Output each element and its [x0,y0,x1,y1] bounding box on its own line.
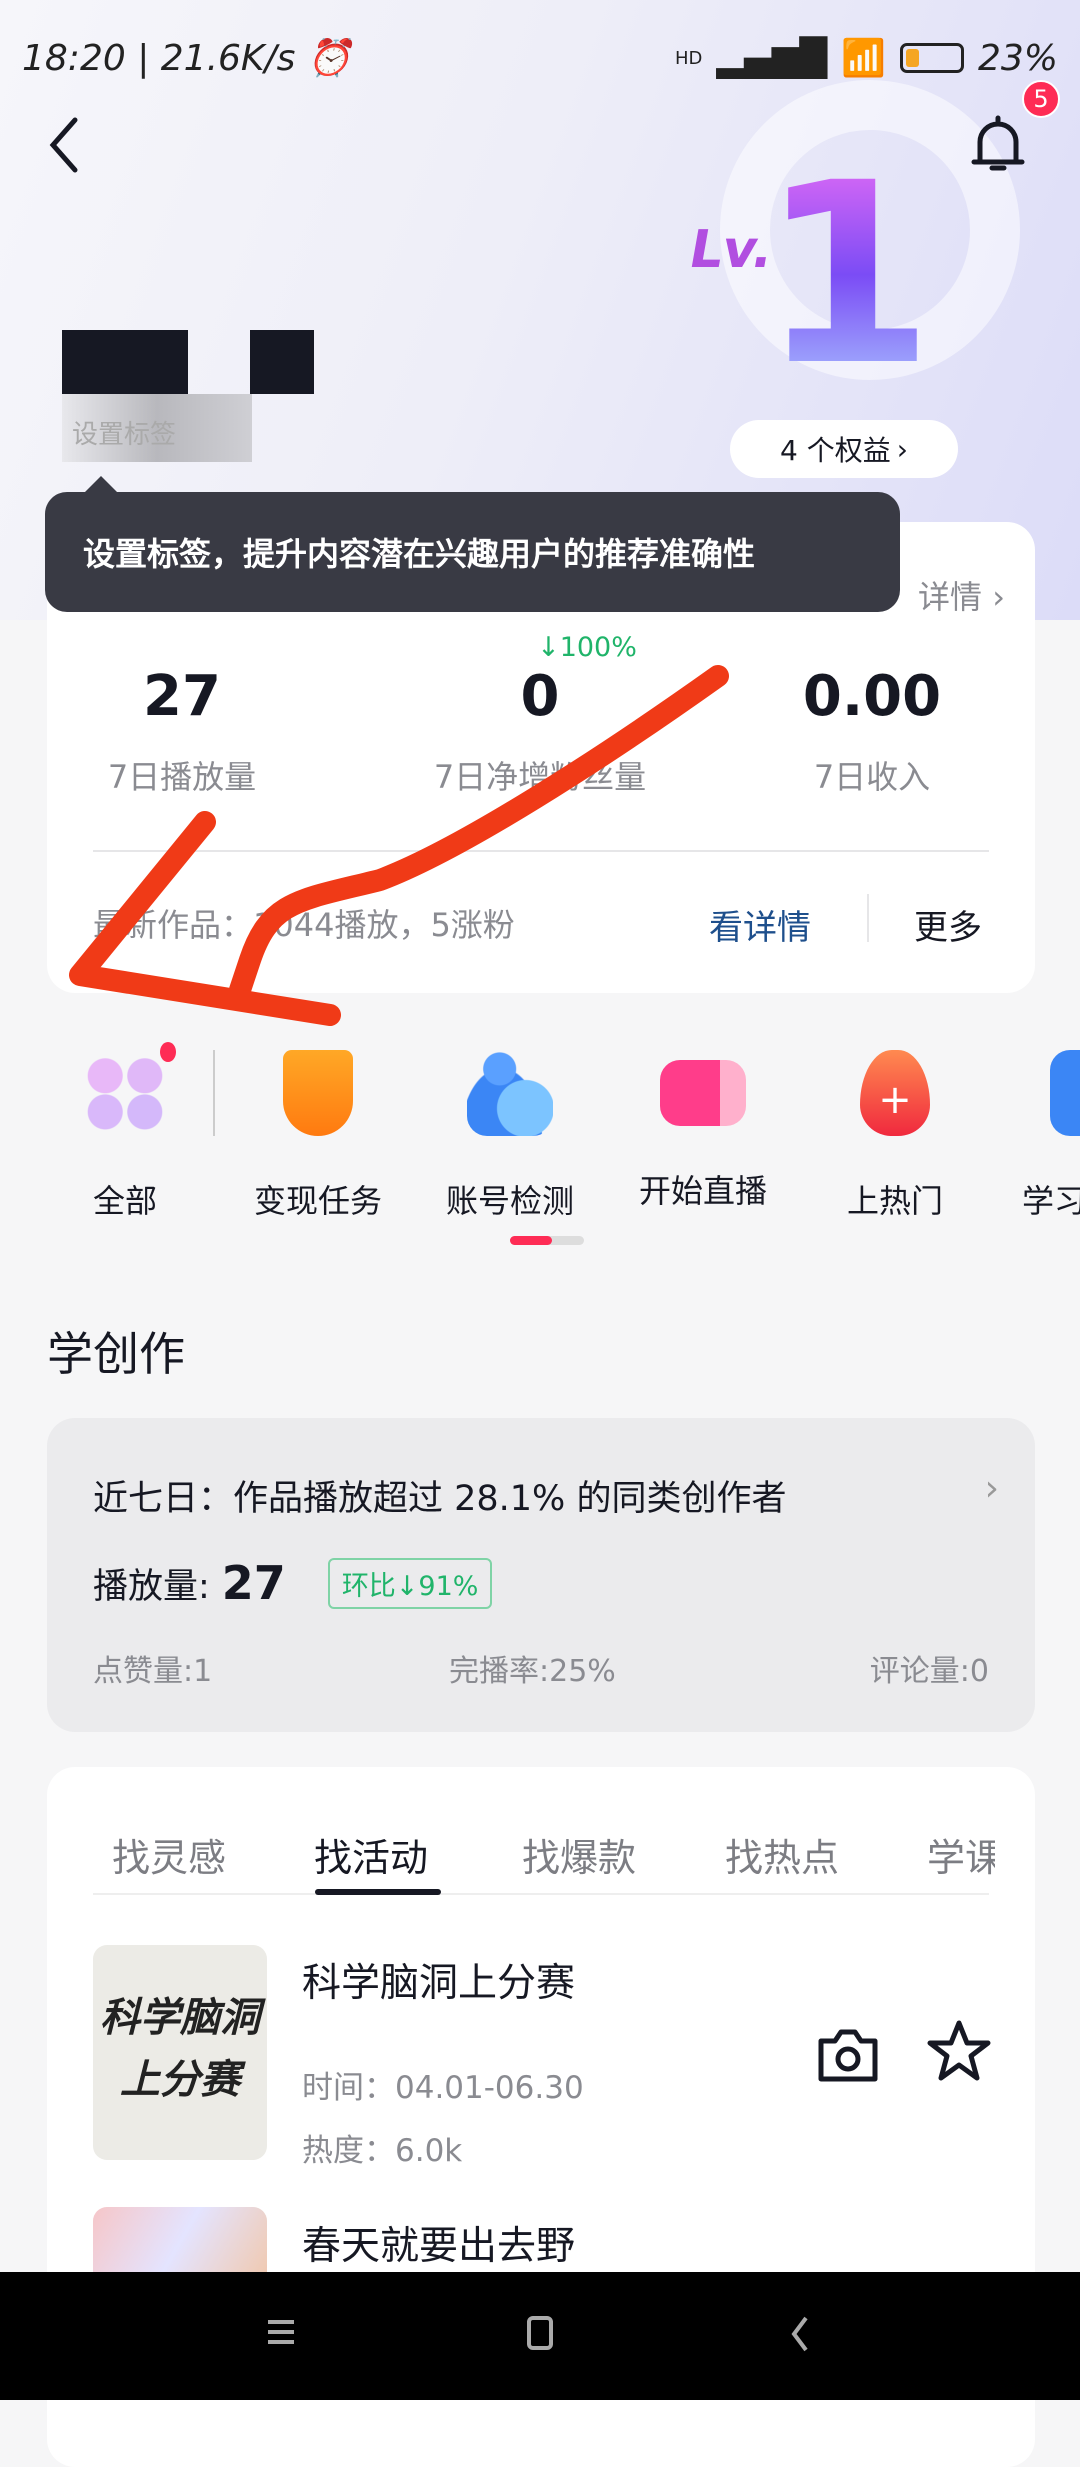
section-title: 学创作 [47,1327,185,1381]
chevron-right-icon: › [984,1468,999,1509]
performance-card[interactable]: 近七日：作品播放超过 28.1% 的同类创作者 › 播放量: 27 环比↓91% 点… [47,1418,1035,1732]
activity-thumbnail[interactable]: 科学脑洞上分赛 [93,1945,267,2160]
activity-heat: 热度：6.0k [302,2133,463,2169]
account-check-icon [467,1050,553,1136]
video-camera-icon [660,1060,746,1126]
plays-value: 27 [221,1556,286,1610]
tool-learn[interactable]: 学习 [1000,1050,1080,1222]
plays-label: 播放量: [93,1566,210,1607]
tool-monetize[interactable]: 变现任务 [233,1050,403,1222]
book-icon [1050,1050,1080,1136]
fire-icon: + [860,1050,930,1136]
activity-title[interactable]: 春天就要出去野 [302,2215,575,2271]
tab-hits[interactable]: 找爆款 [522,1827,636,1882]
activity-time: 时间：04.01-06.30 [302,2070,584,2106]
activity-thumbnail[interactable] [93,2207,267,2277]
tool-grid: 全部 变现任务 账号检测 开始直播 + 上热门 学习 [0,1042,1080,1220]
likes-stat: 点赞量:1 [93,1654,213,1689]
tool-account-check[interactable]: 账号检测 [425,1050,595,1222]
red-arrow-annotation [69,665,729,1026]
tab-divider [93,1893,989,1895]
ratio-badge: 环比↓91% [327,1557,493,1609]
tab-trending[interactable]: 找热点 [725,1827,839,1882]
tab-courses[interactable]: 学课程 [927,1827,995,1882]
back-nav-icon[interactable] [790,2316,810,2352]
divider [213,1050,215,1136]
activity-title[interactable]: 科学脑洞上分赛 [302,1952,575,2008]
grid-icon [82,1050,168,1136]
summary-text: 近七日：作品播放超过 28.1% 的同类创作者 [93,1479,787,1519]
tool-go-live[interactable]: 开始直播 [618,1050,788,1212]
camera-icon[interactable] [817,2027,879,2083]
new-dot [160,1042,176,1062]
page-indicator [510,1236,584,1245]
tab-activities[interactable]: 找活动 [314,1827,428,1882]
tool-boost[interactable]: + 上热门 [810,1050,980,1222]
menu-icon[interactable] [268,2320,294,2344]
system-nav-bar [0,2272,1080,2400]
tool-all[interactable]: 全部 [40,1050,210,1222]
home-icon[interactable] [527,2316,553,2350]
star-icon[interactable] [927,2019,991,2083]
trophy-icon [283,1050,353,1136]
active-tab-indicator [315,1889,441,1895]
tab-inspiration[interactable]: 找灵感 [112,1827,226,1882]
completion-stat: 完播率:25% [449,1654,616,1689]
comments-stat: 评论量:0 [869,1654,989,1689]
